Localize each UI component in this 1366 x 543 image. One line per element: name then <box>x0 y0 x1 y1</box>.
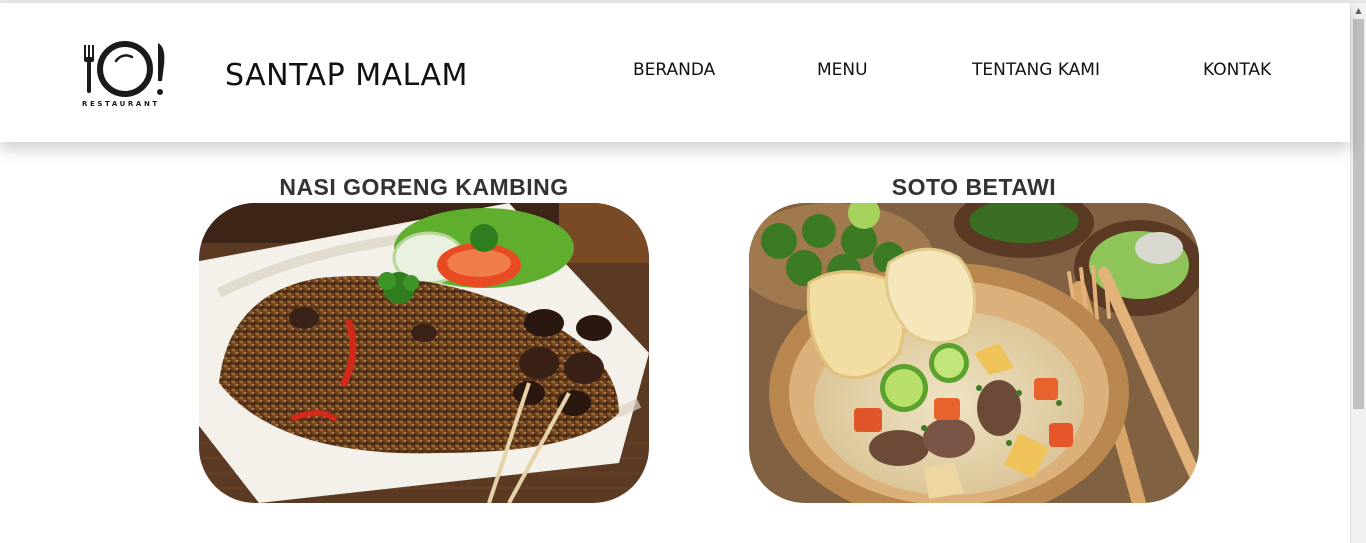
page-scrollbar[interactable]: ▲ <box>1350 3 1366 543</box>
scroll-thumb[interactable] <box>1353 19 1364 409</box>
dish-title-soto-betawi: SOTO BETAWI <box>891 174 1057 200</box>
dish-title-nasi-goreng: NASI GORENG KAMBING <box>279 174 569 200</box>
scroll-up-icon[interactable]: ▲ <box>1351 3 1366 19</box>
nasi-goreng-kambing-photo[interactable] <box>199 203 649 503</box>
soto-betawi-photo[interactable] <box>749 203 1199 503</box>
nav-kontak[interactable]: KONTAK <box>1203 60 1271 80</box>
logo-caption: RESTAURANT <box>82 100 160 108</box>
nav-tentang-kami[interactable]: TENTANG KAMI <box>972 60 1100 80</box>
site-title: SANTAP MALAM <box>225 58 468 93</box>
nav-beranda[interactable]: BERANDA <box>633 60 715 80</box>
site-header: RESTAURANT SANTAP MALAM BERANDA MENU TEN… <box>0 3 1350 142</box>
nav-menu[interactable]: MENU <box>817 60 868 80</box>
restaurant-logo[interactable]: RESTAURANT <box>80 37 172 113</box>
fork-plate-knife-icon <box>84 41 165 97</box>
